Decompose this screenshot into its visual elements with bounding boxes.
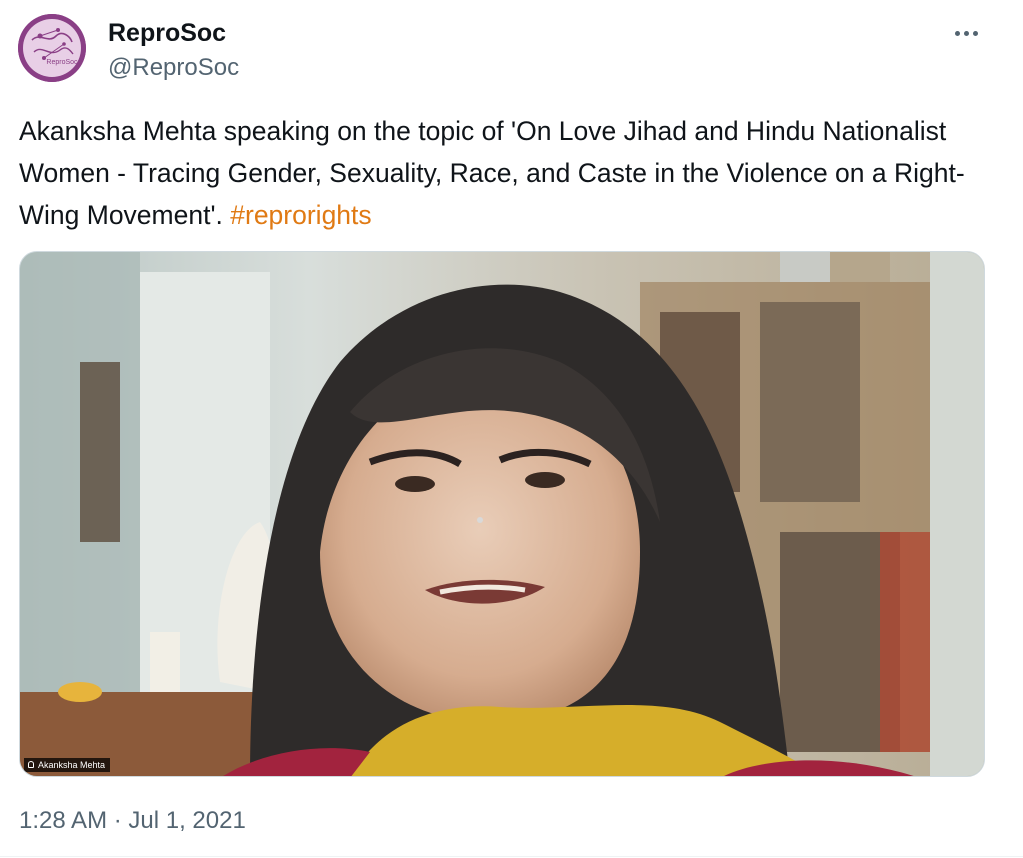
tweet-timestamp: 1:28 AM · Jul 1, 2021 xyxy=(19,806,246,836)
tweet-card: ReproSoc ReproSoc @ReproSoc Akanksha Meh… xyxy=(0,0,1023,858)
author-handle[interactable]: @ReproSoc xyxy=(108,53,239,83)
video-speaker-caption: Akanksha Mehta xyxy=(24,758,111,772)
divider xyxy=(0,856,1023,857)
video-media[interactable]: Akanksha Mehta xyxy=(19,251,985,777)
avatar[interactable]: ReproSoc xyxy=(18,14,86,82)
author-name[interactable]: ReproSoc xyxy=(108,18,226,48)
avatar-logo-text: ReproSoc xyxy=(46,59,78,66)
tweet-time: 1:28 AM xyxy=(19,807,108,834)
timestamp-separator: · xyxy=(107,807,129,834)
timestamp-link[interactable]: 1:28 AM · Jul 1, 2021 xyxy=(19,807,246,834)
hashtag-link[interactable]: #reprorights xyxy=(230,200,371,230)
tweet-text: Akanksha Mehta speaking on the topic of … xyxy=(19,110,979,236)
tweet-body: Akanksha Mehta speaking on the topic of … xyxy=(19,116,965,230)
microphone-icon xyxy=(28,761,34,768)
tweet-date: Jul 1, 2021 xyxy=(128,807,246,834)
reprosoc-logo: ReproSoc xyxy=(18,14,86,82)
more-options-button[interactable] xyxy=(949,18,983,48)
more-horizontal-icon xyxy=(954,30,960,36)
video-frame xyxy=(20,252,984,776)
